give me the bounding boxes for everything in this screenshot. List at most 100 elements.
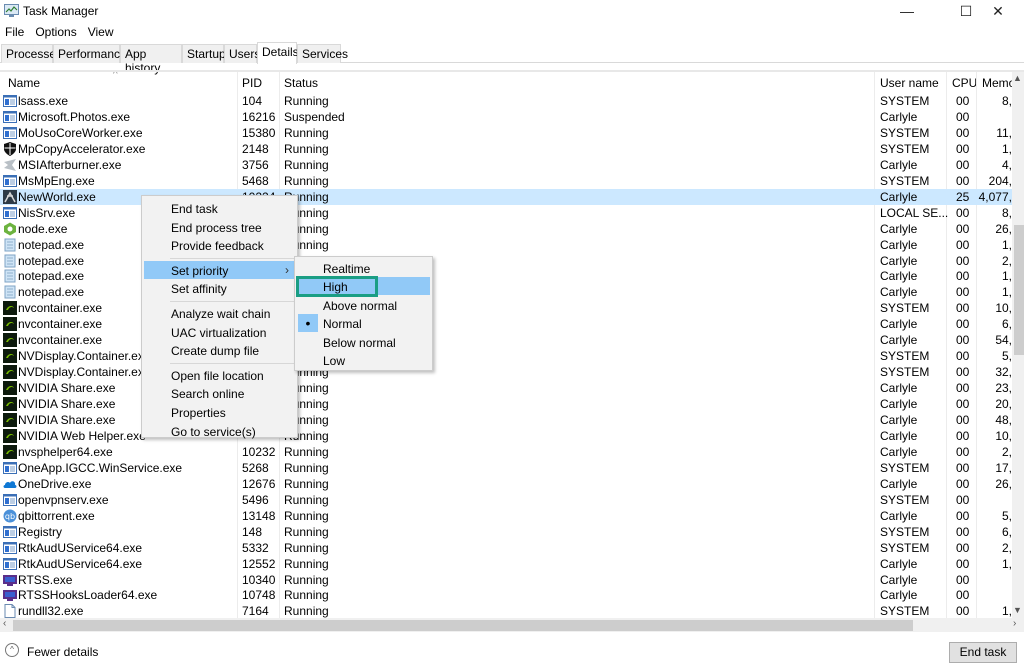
process-user: SYSTEM <box>880 460 930 475</box>
table-row[interactable]: lsass.exe 104 Running SYSTEM 00 8, <box>0 93 1012 109</box>
priority-option-normal[interactable]: • Normal <box>297 314 430 333</box>
process-user: Carlyle <box>880 397 918 412</box>
priority-option-low[interactable]: Low <box>297 351 430 369</box>
end-task-button[interactable]: End task <box>949 642 1017 663</box>
priority-option-realtime[interactable]: Realtime <box>297 259 430 277</box>
context-menu-item-analyze-wait-chain[interactable]: Analyze wait chain <box>144 304 295 322</box>
scroll-up-icon[interactable]: ▲ <box>1013 73 1022 83</box>
menu-view[interactable]: View <box>83 23 120 41</box>
process-status: Running <box>284 524 329 539</box>
table-row[interactable]: nvsphelper64.exe 10232 Running Carlyle 00 2, <box>0 444 1012 460</box>
process-memory: 23, <box>995 381 1012 396</box>
table-row[interactable]: OneDrive.exe 12676 Running Carlyle 00 26, <box>0 476 1012 492</box>
context-menu-item-create-dump-file[interactable]: Create dump file <box>144 341 295 359</box>
process-memory: 54, <box>995 333 1012 348</box>
table-row[interactable]: RTSS.exe 10340 Running Carlyle 00 <box>0 572 1012 588</box>
context-menu-item-open-file-location[interactable]: Open file location <box>144 366 295 384</box>
process-memory: 1, <box>1001 141 1012 156</box>
table-row[interactable]: RTSSHooksLoader64.exe 10748 Running Carlyle… <box>0 587 1012 603</box>
menu-item-label: Below normal <box>323 335 396 350</box>
window-title: Task Manager <box>23 4 99 18</box>
table-row[interactable]: openvpnserv.exe 5496 Running SYSTEM 00 <box>0 492 1012 508</box>
service-window-icon <box>3 541 17 555</box>
process-memory: 1, <box>1001 604 1012 618</box>
context-menu-item-end-process-tree[interactable]: End process tree <box>144 218 295 236</box>
table-row[interactable]: RtkAudUService64.exe 12552 Running Carlyle 0… <box>0 556 1012 572</box>
process-name: NVDisplay.Container.exe <box>18 365 151 380</box>
priority-submenu: Realtime High Above normal • Normal Below nor… <box>294 256 433 371</box>
context-menu-item-end-task[interactable]: End task <box>144 199 295 217</box>
context-menu-item-uac-virtualization[interactable]: UAC virtualization <box>144 323 295 341</box>
scroll-down-icon[interactable]: ▼ <box>1013 605 1022 615</box>
column-header-memory[interactable]: Memo <box>982 72 1012 92</box>
column-header-name[interactable]: Name <box>8 72 40 92</box>
table-row[interactable]: qb qbittorrent.exe 13148 Running Carlyle 00 5, <box>0 508 1012 524</box>
table-row[interactable]: Registry 148 Running SYSTEM 00 6, <box>0 524 1012 540</box>
context-menu-item-go-to-service-s[interactable]: Go to service(s) <box>144 422 295 440</box>
table-row[interactable]: MpCopyAccelerator.exe 2148 Running SYSTEM 00… <box>0 141 1012 157</box>
menu-separator <box>170 301 295 302</box>
rtss-icon <box>3 573 17 587</box>
menu-item-label: Go to service(s) <box>171 424 256 439</box>
tab-processes[interactable]: Processes <box>1 44 62 63</box>
tab-startup[interactable]: Startup <box>182 44 226 63</box>
priority-option-above-normal[interactable]: Above normal <box>297 296 430 314</box>
vertical-scrollbar[interactable]: ▲ ▼ <box>1012 72 1024 618</box>
menu-separator <box>170 362 295 364</box>
process-memory: 4,077, <box>978 189 1012 204</box>
process-memory: 2, <box>1001 253 1012 268</box>
context-menu-item-provide-feedback[interactable]: Provide feedback <box>144 236 295 254</box>
process-user: SYSTEM <box>880 365 930 380</box>
fewer-details-label: Fewer details <box>27 645 99 659</box>
process-name: nvcontainer.exe <box>18 301 103 316</box>
nvidia-icon <box>3 349 17 364</box>
column-header-pid[interactable]: PID <box>242 72 262 92</box>
menu-item-label: Above normal <box>323 298 398 313</box>
menu-options[interactable]: Options <box>30 23 82 41</box>
process-user: LOCAL SE... <box>880 205 949 220</box>
close-button[interactable]: ✕ <box>975 0 1021 22</box>
tab-services[interactable]: Services <box>297 44 348 63</box>
table-row[interactable]: MSIAfterburner.exe 3756 Running Carlyle 00 4, <box>0 157 1012 173</box>
vertical-scroll-thumb[interactable] <box>1014 225 1024 355</box>
process-status: Running <box>284 94 329 108</box>
priority-option-below-normal[interactable]: Below normal <box>297 333 430 351</box>
menu-file[interactable]: File <box>0 23 30 41</box>
process-name: RtkAudUService64.exe <box>18 540 143 555</box>
process-memory: 10, <box>995 301 1012 316</box>
context-menu-item-set-affinity[interactable]: Set affinity <box>144 279 295 297</box>
tab-users[interactable]: Users <box>224 44 260 63</box>
process-name: OneApp.IGCC.WinService.exe <box>18 460 183 475</box>
tab-details[interactable]: Details <box>257 42 299 64</box>
afterburner-icon <box>3 158 17 172</box>
table-row[interactable]: MsMpEng.exe 5468 Running SYSTEM 00 204, <box>0 173 1012 189</box>
column-header-user-name[interactable]: User name <box>880 72 939 92</box>
tab-performance[interactable]: Performance <box>53 44 127 63</box>
context-menu-item-search-online[interactable]: Search online <box>144 384 295 402</box>
process-cpu: 00 <box>956 572 970 587</box>
table-row[interactable]: rundll32.exe 7164 Running SYSTEM 00 1, <box>0 603 1012 618</box>
process-user: Carlyle <box>880 381 918 396</box>
tab-bar: Processes Performance App history Startu… <box>0 42 1024 75</box>
scroll-left-icon[interactable]: ‹ <box>3 618 6 629</box>
table-row[interactable]: OneApp.IGCC.WinService.exe 5268 Running SYS… <box>0 460 1012 476</box>
sort-ascending-icon: ^ <box>113 72 118 80</box>
scroll-right-icon[interactable]: › <box>1013 618 1016 629</box>
process-user: Carlyle <box>880 556 918 571</box>
chevron-right-icon: › <box>285 262 289 277</box>
column-header-status[interactable]: Status <box>284 72 318 92</box>
table-row[interactable]: MoUsoCoreWorker.exe 15380 Running SYSTEM 00 1… <box>0 125 1012 141</box>
context-menu-item-properties[interactable]: Properties <box>144 403 295 421</box>
maximize-icon: ☐ <box>959 2 973 19</box>
tab-app-history[interactable]: App history <box>120 44 182 75</box>
process-status: Running <box>284 125 329 140</box>
minimize-button[interactable]: — <box>884 0 930 22</box>
table-row[interactable]: Microsoft.Photos.exe 16216 Suspended Carlyl… <box>0 109 1012 125</box>
horizontal-scrollbar[interactable]: ‹ › <box>0 618 1024 632</box>
process-name: nvcontainer.exe <box>18 333 103 348</box>
process-user: Carlyle <box>880 157 918 172</box>
table-row[interactable]: RtkAudUService64.exe 5332 Running SYSTEM 00 2… <box>0 540 1012 556</box>
column-header-cpu[interactable]: CPU <box>952 72 977 92</box>
context-menu-item-set-priority[interactable]: Set priority › <box>144 260 295 279</box>
horizontal-scroll-thumb[interactable] <box>13 620 913 631</box>
